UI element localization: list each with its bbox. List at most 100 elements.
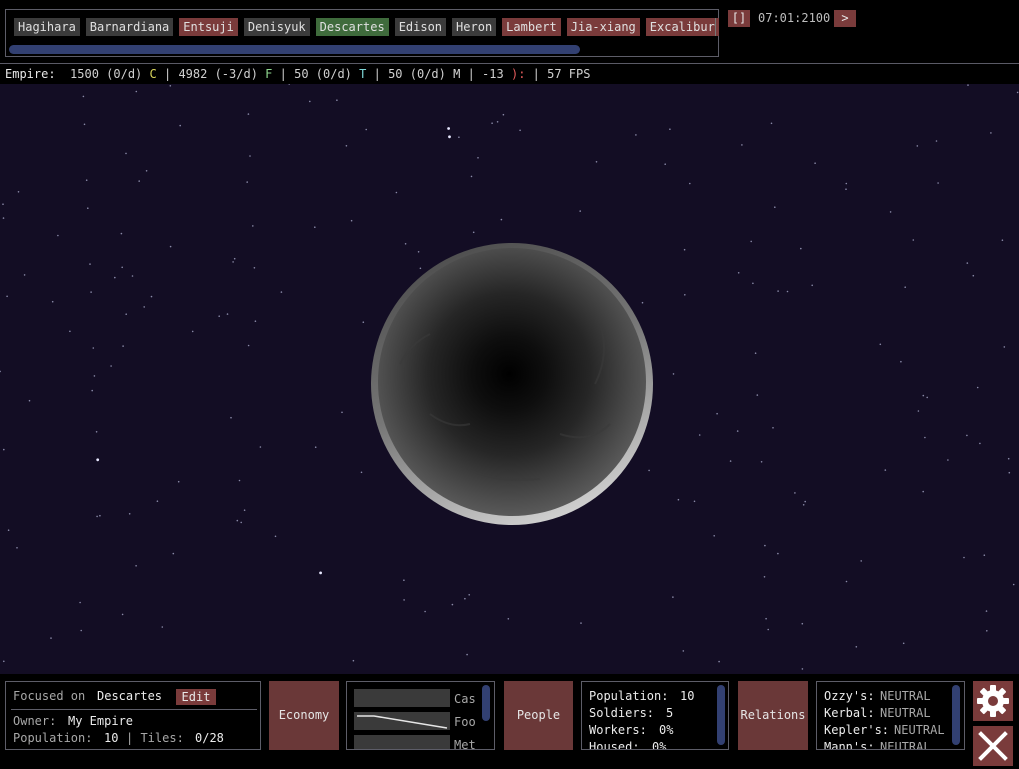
space-view[interactable] — [0, 84, 1019, 674]
relations-panel: Ozzy's: NEUTRAL Kerbal: NEUTRAL Kepler's… — [816, 681, 965, 750]
star — [161, 626, 164, 628]
star — [804, 500, 806, 503]
star — [319, 571, 322, 575]
star — [345, 145, 348, 147]
star — [772, 427, 774, 429]
star — [794, 492, 796, 494]
star — [1008, 471, 1011, 474]
bottom-bar: Focused on Descartes Edit Owner: My Empi… — [0, 674, 1019, 769]
star — [756, 394, 759, 396]
star — [280, 291, 283, 293]
relation-kerbal-status: NEUTRAL — [880, 706, 931, 720]
star — [403, 599, 405, 601]
star — [972, 274, 975, 277]
star — [247, 113, 250, 115]
star — [110, 365, 112, 367]
cash-graph — [354, 689, 450, 707]
planet-tabs-scrollbar[interactable] — [9, 45, 580, 54]
star — [125, 313, 127, 315]
planet-tab-excalibur[interactable]: Excalibur — [645, 18, 719, 36]
star — [672, 373, 675, 375]
edit-button[interactable]: Edit — [176, 689, 216, 705]
planet-tab-lambert[interactable]: Lambert — [502, 18, 561, 36]
people-button-label: People — [516, 708, 561, 722]
star — [3, 660, 5, 663]
star — [1007, 457, 1010, 460]
star — [99, 514, 101, 517]
star — [802, 504, 805, 506]
star — [246, 181, 248, 183]
close-button[interactable] — [973, 726, 1013, 766]
speed-button[interactable]: > — [834, 10, 856, 27]
relation-ozzys-status: NEUTRAL — [880, 689, 931, 703]
star — [448, 135, 451, 139]
star — [496, 121, 499, 123]
star — [737, 272, 740, 274]
star — [403, 579, 405, 581]
star — [682, 650, 685, 652]
star — [92, 347, 95, 349]
relations-scrollbar[interactable] — [952, 685, 960, 745]
star — [87, 207, 89, 209]
star — [7, 529, 10, 531]
star — [122, 345, 124, 347]
star — [121, 613, 124, 616]
star — [814, 162, 816, 164]
star — [902, 642, 905, 645]
relation-kerbal-label: Kerbal: — [824, 706, 875, 720]
focus-panel: Focused on Descartes Edit Owner: My Empi… — [5, 681, 261, 750]
star — [336, 99, 338, 101]
star — [904, 286, 906, 288]
star — [916, 145, 919, 147]
star — [716, 412, 718, 415]
star — [763, 576, 766, 578]
star — [855, 646, 858, 648]
star — [138, 180, 140, 182]
star — [926, 396, 928, 399]
economy-scrollbar[interactable] — [482, 685, 490, 721]
star — [986, 630, 988, 632]
star — [360, 471, 363, 474]
star — [466, 653, 468, 656]
star — [754, 352, 757, 355]
planet-tab-hagihara[interactable]: Hagihara — [14, 18, 80, 36]
people-button[interactable]: People — [504, 681, 573, 750]
star — [770, 122, 773, 125]
star — [879, 343, 882, 346]
star — [752, 282, 754, 285]
people-scrollbar[interactable] — [717, 685, 725, 745]
star — [16, 547, 18, 549]
tab-divider — [715, 18, 716, 36]
sep-2: | — [279, 67, 287, 81]
settings-button[interactable] — [973, 681, 1013, 721]
relation-ozzys-label: Ozzy's: — [824, 689, 875, 703]
relations-button[interactable]: Relations — [738, 681, 808, 750]
star — [689, 182, 691, 185]
planet-tab-entsuji[interactable]: Entsuji — [179, 18, 238, 36]
star — [507, 618, 510, 620]
star — [990, 132, 992, 134]
star — [648, 469, 650, 472]
resource-bar: Empire: 1500 (0/d) C | 4982 (-3/d) F | 5… — [0, 64, 1019, 84]
star — [635, 134, 637, 136]
star — [767, 628, 769, 631]
planet-tab-denisyuk[interactable]: Denisyuk — [243, 18, 310, 36]
planet-tab-jia-xiang[interactable]: Jia-xiang — [566, 18, 640, 36]
star — [967, 84, 969, 86]
star — [253, 267, 256, 269]
pause-button[interactable]: [] — [728, 10, 750, 27]
star — [777, 552, 779, 555]
star — [922, 490, 924, 493]
focused-planet-name: Descartes — [97, 689, 163, 703]
star — [177, 480, 180, 483]
star — [683, 248, 686, 251]
gear-icon — [977, 685, 1009, 717]
planet-descartes[interactable] — [371, 243, 653, 525]
planet-tab-edison[interactable]: Edison — [394, 18, 447, 36]
planet-tab-descartes[interactable]: Descartes — [315, 18, 389, 36]
planet-tab-heron[interactable]: Heron — [452, 18, 497, 36]
planet-tab-barnardiana[interactable]: Barnardiana — [85, 18, 174, 36]
economy-button[interactable]: Economy — [269, 681, 339, 750]
star — [477, 157, 479, 159]
star — [243, 509, 246, 512]
